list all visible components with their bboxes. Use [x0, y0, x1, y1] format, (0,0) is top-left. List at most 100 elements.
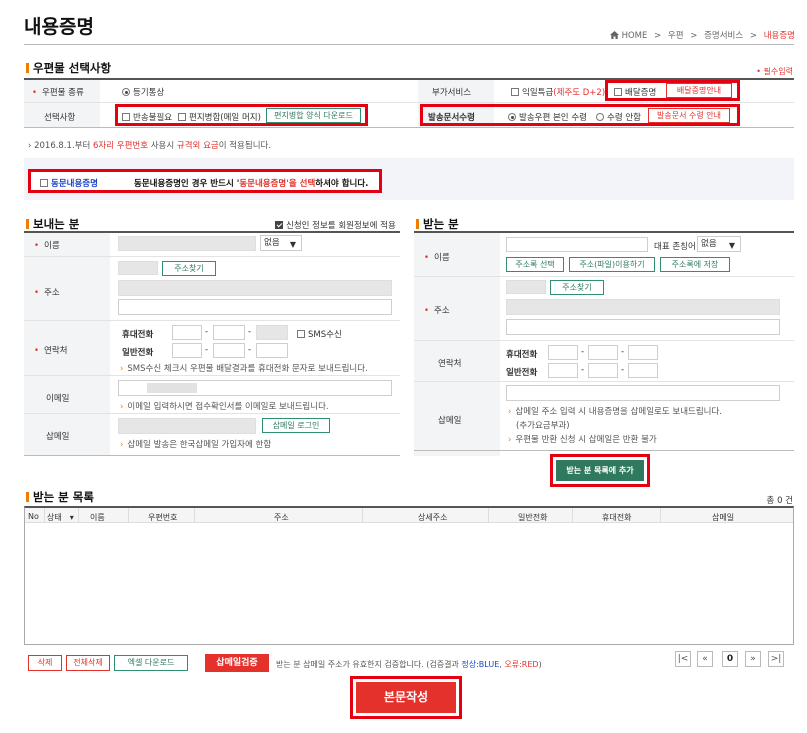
breadcrumb-current: 내용증명 [763, 31, 795, 41]
sender-phone-2[interactable] [213, 343, 245, 358]
receiver-phone-2[interactable] [588, 363, 618, 378]
receiver-address-input[interactable] [506, 299, 780, 315]
merge-download-button[interactable]: 편지병합 양식 다운로드 [266, 108, 361, 123]
sender-find-address-button[interactable]: 주소찾기 [162, 261, 216, 276]
sender-mobile-3[interactable] [256, 325, 288, 340]
next-day-checkbox[interactable]: 익일특급(제주도 D+2) [511, 86, 605, 98]
delivery-guide-button[interactable]: 배달증명안내 [666, 83, 732, 98]
dash: - [205, 327, 209, 337]
receiver-honorific-select[interactable]: 없음 ▼ [697, 236, 741, 252]
same-content-checkbox[interactable]: 동문내용증명 [40, 177, 98, 189]
receiver-name-label: • 이름 [424, 253, 450, 263]
sender-phone-3[interactable] [256, 343, 288, 358]
sender-zip-input[interactable] [118, 261, 158, 275]
sms-checkbox[interactable]: SMS수신 [297, 328, 342, 340]
return-unneeded-checkbox[interactable]: 반송불필요 [122, 111, 172, 123]
sender-address-input[interactable] [118, 280, 392, 296]
page-first-button[interactable]: |< [675, 651, 691, 667]
list-table [24, 506, 794, 645]
home-icon[interactable] [609, 31, 619, 39]
receiver-mobile-label: 휴대전화 [506, 350, 538, 360]
col-no: No [28, 512, 39, 521]
return-self-radio[interactable]: 발송우편 본인 수령 [508, 111, 587, 123]
receiver-find-address-button[interactable]: 주소찾기 [550, 280, 604, 295]
sender-name-input[interactable] [118, 236, 256, 251]
mail-type-label: • 우편물 종류 [32, 88, 84, 98]
receiver-address-detail-input[interactable] [506, 319, 780, 335]
col-status[interactable]: 상태 ▾ [47, 512, 74, 523]
section-title-receiver: 받는 분 [416, 216, 459, 232]
addon-label: 부가서비스 [432, 88, 472, 98]
breadcrumb-home[interactable]: HOME [622, 31, 648, 41]
page-current[interactable]: 0 [722, 651, 738, 667]
sender-name-label: • 이름 [34, 241, 60, 251]
options-label: 선택사항 [44, 113, 76, 123]
delete-all-button[interactable]: 전체삭제 [66, 655, 110, 671]
radio-icon [508, 113, 516, 121]
col-mobile: 휴대전화 [602, 513, 632, 522]
sender-address-label: • 주소 [34, 288, 60, 298]
delete-button[interactable]: 삭제 [28, 655, 62, 671]
excel-download-button[interactable]: 엑셀 다운로드 [114, 655, 188, 671]
checkbox-icon [178, 113, 186, 121]
sender-email-input[interactable] [118, 380, 392, 396]
merge-checkbox[interactable]: 편지병합(메일 머지) [178, 111, 261, 123]
col-phone: 일반전화 [518, 513, 548, 522]
receiver-address-label: • 주소 [424, 306, 450, 316]
breadcrumb-separator: > [654, 31, 662, 41]
shipmail-login-button[interactable]: 삽메일 로그인 [262, 418, 330, 433]
verify-note: 받는 분 삽메일 주소가 유효한지 검증합니다. (검증결과 정상:BLUE, … [276, 660, 542, 669]
return-guide-button[interactable]: 발송문서 수령 안내 [648, 108, 730, 123]
page-prev-button[interactable]: « [697, 651, 713, 667]
receiver-shipmail-note3: › 우편물 반환 신청 시 삽메일은 반환 불가 [508, 435, 657, 445]
section-title-recipient-list: 받는 분 목록 [26, 489, 94, 505]
radio-icon [122, 88, 130, 96]
receiver-phone-1[interactable] [548, 363, 578, 378]
shipmail-verify-button[interactable]: 삽메일검증 [205, 654, 269, 672]
breadcrumb: HOME > 우편 > 증명서비스 > 내용증명 [609, 29, 795, 41]
compose-button[interactable]: 본문작성 [356, 682, 456, 713]
address-file-button[interactable]: 주소(파일)이용하기 [569, 257, 655, 272]
chevron-down-icon: ▼ [289, 240, 296, 249]
delivery-proof-checkbox[interactable]: 배달증명 [614, 86, 656, 98]
section-title-sender: 보내는 분 [26, 216, 79, 232]
page-next-button[interactable]: » [745, 651, 761, 667]
sender-phone-label: 일반전화 [122, 348, 154, 358]
zip-fee-notice: › 2016.8.1.부터 6자리 우편번호 사용시 규격외 요금이 적용됩니다… [28, 141, 272, 151]
col-name: 이름 [90, 513, 105, 522]
dash: - [581, 365, 585, 375]
return-none-radio[interactable]: 수령 안함 [596, 111, 641, 123]
sender-honorific-select[interactable]: 없음 ▼ [260, 235, 302, 251]
col-detail-address: 상세주소 [418, 513, 448, 522]
sender-address-detail-input[interactable] [118, 299, 392, 315]
chevron-down-icon: ▼ [728, 241, 735, 250]
checkbox-icon [275, 221, 283, 229]
receiver-phone-3[interactable] [628, 363, 658, 378]
radio-icon [596, 113, 604, 121]
add-to-list-button[interactable]: 받는 분 목록에 추가 [556, 460, 644, 481]
receiver-mobile-3[interactable] [628, 345, 658, 360]
receiver-mobile-1[interactable] [548, 345, 578, 360]
breadcrumb-mail[interactable]: 우편 [668, 31, 684, 41]
apply-member-info-checkbox[interactable]: 신청인 정보를 회원정보에 적용 [275, 219, 396, 231]
sender-shipmail-input[interactable] [118, 418, 256, 434]
sender-phone-1[interactable] [172, 343, 202, 358]
page-last-button[interactable]: >| [768, 651, 784, 667]
breadcrumb-certification[interactable]: 증명서비스 [704, 31, 743, 41]
dash: - [248, 327, 252, 337]
sender-mobile-2[interactable] [213, 325, 245, 340]
receiver-shipmail-input[interactable] [506, 385, 780, 401]
receiver-zip-input[interactable] [506, 280, 546, 294]
save-address-book-button[interactable]: 주소록에 저장 [660, 257, 730, 272]
page-title: 내용증명 [24, 16, 94, 38]
checkbox-icon [614, 88, 622, 96]
receiver-mobile-2[interactable] [588, 345, 618, 360]
sender-mobile-1[interactable] [172, 325, 202, 340]
select-address-book-button[interactable]: 주소록 선택 [506, 257, 564, 272]
receiver-shipmail-label: 삽메일 [438, 416, 462, 426]
col-address: 주소 [274, 513, 289, 522]
checkbox-icon [297, 330, 305, 338]
receiver-name-input[interactable] [506, 237, 648, 252]
dash: - [248, 345, 252, 355]
mail-type-radio[interactable]: 등기통상 [122, 86, 164, 98]
